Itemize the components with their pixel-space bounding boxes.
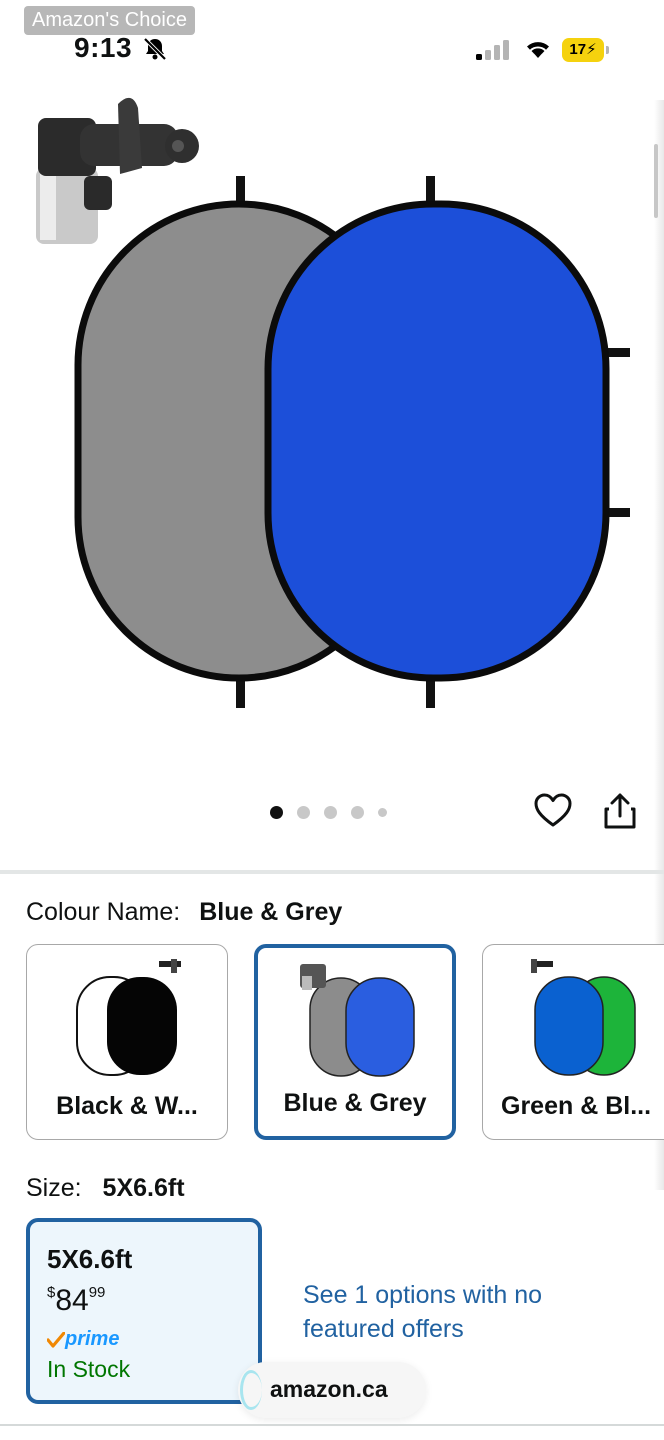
colour-option-blue-grey[interactable]: Blue & Grey [254, 944, 456, 1140]
black-white-thumbnail [76, 959, 181, 1076]
pagination-dot[interactable] [270, 805, 283, 819]
product-image[interactable] [0, 80, 664, 780]
selected-colour: Blue & Grey [199, 898, 343, 926]
url-text: amazon.ca [270, 1376, 388, 1402]
colour-option-black-white[interactable]: Black & W... [26, 944, 228, 1140]
pagination-dot[interactable] [351, 805, 364, 819]
colour-option-green-blue[interactable]: Green & Bl... [482, 944, 664, 1140]
colour-label: Colour Name: Blue & Grey [26, 898, 343, 926]
pagination-dot[interactable] [378, 807, 387, 817]
bottom-divider [0, 1424, 664, 1426]
pagination-dot[interactable] [324, 805, 337, 819]
wifi-icon [527, 42, 549, 58]
status-time: 9:13 [74, 32, 133, 63]
blue-grey-thumbnail [300, 964, 415, 1077]
gallery-pagination[interactable] [270, 804, 387, 820]
share-icon[interactable] [601, 791, 639, 831]
blue-backdrop [264, 200, 610, 682]
colour-option-label: Black & W... [56, 1092, 198, 1120]
status-bar: Amazon's Choice 9:13 17⚡ [0, 0, 664, 80]
amazons-choice-badge: Amazon's Choice [24, 6, 195, 35]
prime-check-icon [47, 1331, 65, 1348]
size-label: Size: 5X6.6ft [26, 1174, 185, 1202]
size-option-name: 5X6.6ft [47, 1244, 133, 1274]
heart-icon[interactable] [533, 791, 573, 831]
see-more-offers-link[interactable]: See 1 options with no featured offers [303, 1278, 583, 1346]
bell-muted-icon [143, 37, 167, 61]
colour-option-label: Blue & Grey [283, 1089, 427, 1117]
battery-indicator: 17⚡ [562, 38, 610, 62]
size-option-price: $8499 [47, 1284, 106, 1317]
battery-level: 17 [569, 41, 587, 58]
green-blue-thumbnail [531, 959, 636, 1076]
prime-badge: prime [47, 1328, 119, 1351]
selected-size: 5X6.6ft [102, 1174, 185, 1202]
scrollbar-thumb[interactable] [654, 144, 658, 218]
section-divider [0, 870, 664, 874]
size-option-card[interactable]: 5X6.6ft $8499 prime In Stock [26, 1218, 262, 1404]
cellular-signal-icon [476, 40, 509, 60]
pagination-dot[interactable] [297, 805, 310, 819]
colour-option-label: Green & Bl... [501, 1092, 652, 1120]
browser-url-bar[interactable]: amazon.ca [238, 1362, 426, 1418]
availability-status: In Stock [47, 1356, 131, 1382]
siri-glow-icon [240, 1370, 262, 1410]
